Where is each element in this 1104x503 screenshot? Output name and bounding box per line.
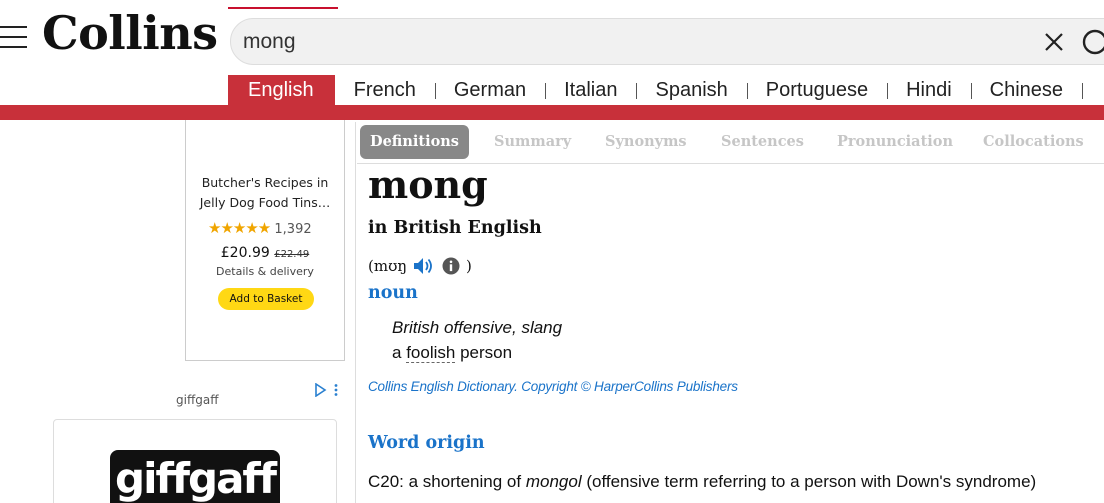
search-bar [230, 18, 1104, 65]
product-ad[interactable]: Butcher's Recipes in Jelly Dog Food Tins… [185, 120, 345, 361]
ad-advertiser-label: giffgaff [176, 393, 219, 407]
lang-tab-chinese[interactable]: Chinese [970, 75, 1082, 105]
ad-current-price: £20.99 [220, 245, 270, 261]
ad-delivery-link[interactable]: Details & delivery [186, 265, 344, 278]
add-to-basket-button[interactable]: Add to Basket [218, 288, 314, 310]
ad-price: £20.99 £22.49 [186, 245, 344, 261]
info-icon[interactable] [442, 257, 460, 275]
tab-summary[interactable]: Summary [494, 125, 571, 159]
headword: mong [368, 162, 488, 207]
dictionary-label: in British English [368, 218, 542, 238]
ad-rating-count: 1,392 [274, 222, 312, 237]
lang-tab-italian[interactable]: Italian [545, 75, 636, 105]
lang-tab-german[interactable]: German [434, 75, 545, 105]
lang-tab-hindi[interactable]: Hindi [887, 75, 971, 105]
pron-close-paren: ) [466, 257, 472, 275]
hamburger-menu-icon[interactable] [0, 26, 27, 50]
lang-tab-spanish[interactable]: Spanish [636, 75, 746, 105]
def-prefix: a [392, 343, 402, 362]
lang-tab-french[interactable]: French [335, 75, 435, 105]
usage-label: British offensive, slang [392, 318, 563, 337]
pron-ipa: mʊŋ [373, 257, 408, 275]
search-input[interactable] [243, 29, 1003, 55]
search-accent-line [228, 7, 338, 9]
lang-tab-english[interactable]: English [228, 75, 335, 105]
ad-product-title[interactable]: Butcher's Recipes in Jelly Dog Food Tins… [186, 173, 344, 213]
ad-old-price: £22.49 [274, 249, 310, 260]
content-divider [355, 122, 356, 503]
word-origin-text: C20: a shortening of mongol (offensive t… [368, 472, 1036, 492]
tab-sentences[interactable]: Sentences [721, 125, 804, 159]
origin-suffix: (offensive term referring to a person wi… [586, 472, 1037, 491]
speaker-audio-icon[interactable] [412, 256, 434, 276]
lang-tab-more[interactable] [1082, 75, 1104, 105]
ad-title-line-1: Butcher's Recipes in [201, 175, 329, 190]
tab-pronunciation[interactable]: Pronunciation [837, 125, 953, 159]
part-of-speech: noun [368, 283, 418, 303]
lang-tab-portuguese[interactable]: Portuguese [746, 75, 887, 105]
giffgaff-logo: giffgaff [110, 450, 280, 503]
tab-synonyms[interactable]: Synonyms [605, 125, 687, 159]
tab-definitions[interactable]: Definitions [360, 125, 469, 159]
collins-logo[interactable]: Collins [42, 6, 218, 60]
origin-prefix: C20: a shortening of [368, 472, 522, 491]
origin-word: mongol [525, 472, 582, 491]
giffgaff-ad[interactable]: giffgaff [53, 419, 337, 503]
close-x-icon[interactable] [1043, 31, 1065, 53]
magnifier-search-icon[interactable] [1081, 28, 1104, 58]
word-origin-heading: Word origin [368, 433, 485, 453]
star-rating-icon: ★★★★★ [208, 219, 271, 237]
language-tabs: English French German Italian Spanish Po… [228, 75, 1104, 105]
tab-collocations[interactable]: Collocations [983, 125, 1084, 159]
pronunciation: ( mʊŋ ) [368, 256, 472, 276]
ad-title-line-2: Jelly Dog Food Tins… [199, 195, 331, 210]
def-crossref-link[interactable]: foolish [406, 343, 456, 363]
def-suffix: person [460, 343, 513, 362]
section-tabs: Definitions Summary Synonyms Sentences P… [357, 122, 1104, 164]
copyright-link[interactable]: Collins English Dictionary. Copyright © … [368, 379, 738, 394]
definition-text: a foolish person [392, 343, 512, 363]
ad-choices-icon[interactable] [315, 383, 343, 397]
brand-red-bar [0, 105, 1104, 120]
ad-rating: ★★★★★ 1,392 [208, 219, 312, 237]
